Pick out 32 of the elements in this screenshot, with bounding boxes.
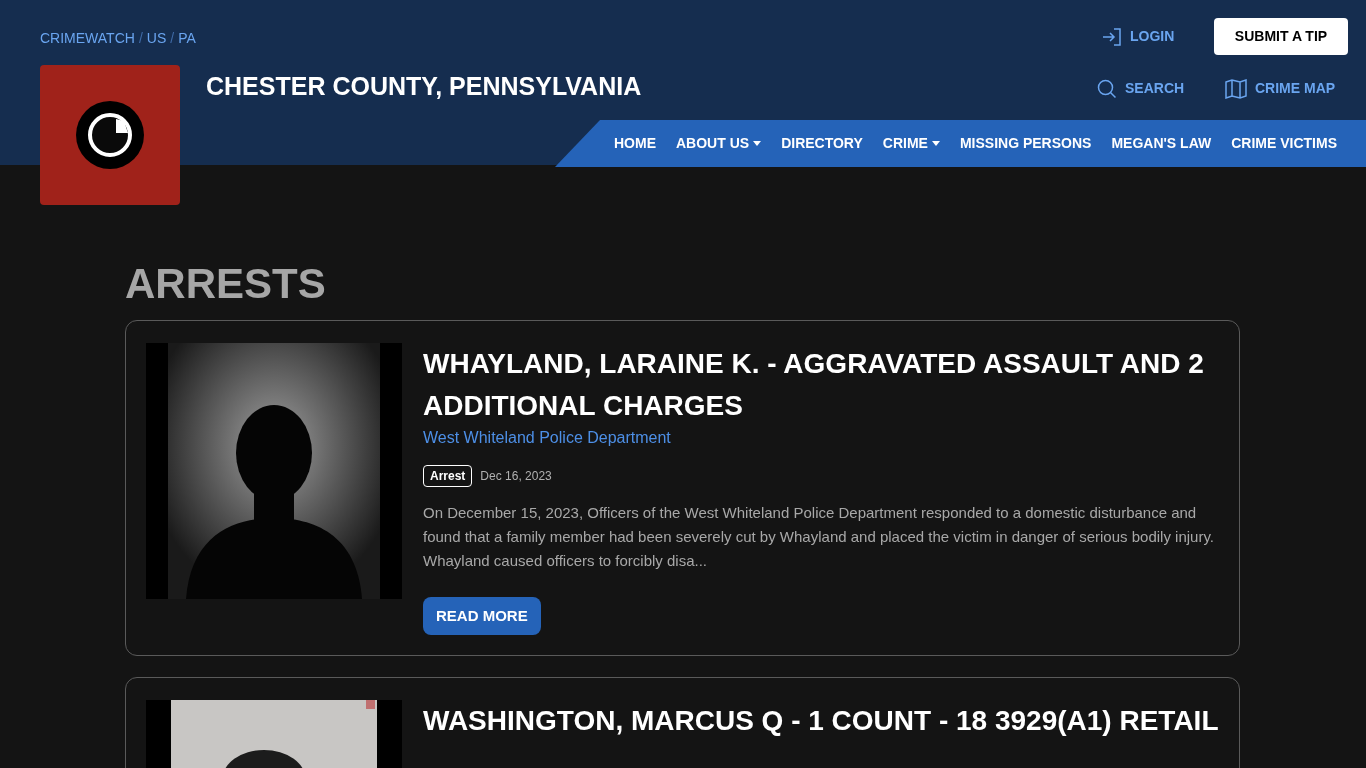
nav-link[interactable]: CRIME VICTIMS — [1231, 133, 1337, 154]
nav-dropdown[interactable]: ABOUT US — [676, 133, 762, 154]
category-tag: Arrest — [423, 465, 473, 487]
post-title[interactable]: WHAYLAND, LARAINE K. - AGGRAVATED ASSAULT AND 2 ADDITIONAL CHARGES — [423, 343, 1219, 427]
department-link[interactable]: West Whiteland Police Department — [423, 427, 671, 449]
login-link[interactable]: LOGIN — [1102, 26, 1175, 47]
post-title[interactable]: WASHINGTON, MARCUS Q - 1 COUNT - 18 3929(A1) RETAIL — [423, 700, 1219, 742]
site-title: CHESTER COUNTY, PENNSYLVANIA — [206, 71, 642, 102]
search-icon — [1097, 78, 1117, 99]
login-icon — [1102, 26, 1122, 47]
post-date: Dec 16, 2023 — [480, 468, 552, 485]
post-excerpt: On December 15, 2023, Officers of the West Whiteland Police Department responded to a domestic disturbance and found that a family member had been severely cut by Whayland and placed the victim in danger of serious bodily injury. Whayland caused officers to forcibly disa... — [423, 503, 1215, 571]
logo-icon — [76, 101, 144, 169]
read-more-button[interactable]: READ MORE — [423, 597, 541, 635]
breadcrumb-link[interactable]: US — [146, 28, 167, 49]
breadcrumb-link[interactable]: CRIMEWATCH — [40, 28, 135, 49]
breadcrumb-separator: / — [138, 29, 143, 48]
logo[interactable] — [40, 65, 180, 205]
caret-icon — [931, 141, 940, 146]
page-heading: ARRESTS — [125, 259, 326, 309]
submit-tip-button[interactable]: SUBMIT A TIP — [1214, 18, 1348, 55]
breadcrumb-separator: / — [170, 29, 175, 48]
nav-link[interactable]: MISSING PERSONS — [959, 133, 1092, 154]
map-icon — [1225, 78, 1247, 99]
nav-link[interactable]: DIRECTORY — [781, 133, 863, 154]
breadcrumb-link[interactable]: PA — [178, 28, 196, 49]
search-link[interactable]: SEARCH — [1097, 78, 1185, 99]
crime-map-link[interactable]: CRIME MAP — [1225, 78, 1336, 99]
nav-dropdown[interactable]: CRIME — [882, 133, 940, 154]
caret-icon — [753, 141, 762, 146]
nav-link[interactable]: MEGAN'S LAW — [1111, 133, 1212, 154]
nav-link[interactable]: HOME — [614, 133, 656, 154]
